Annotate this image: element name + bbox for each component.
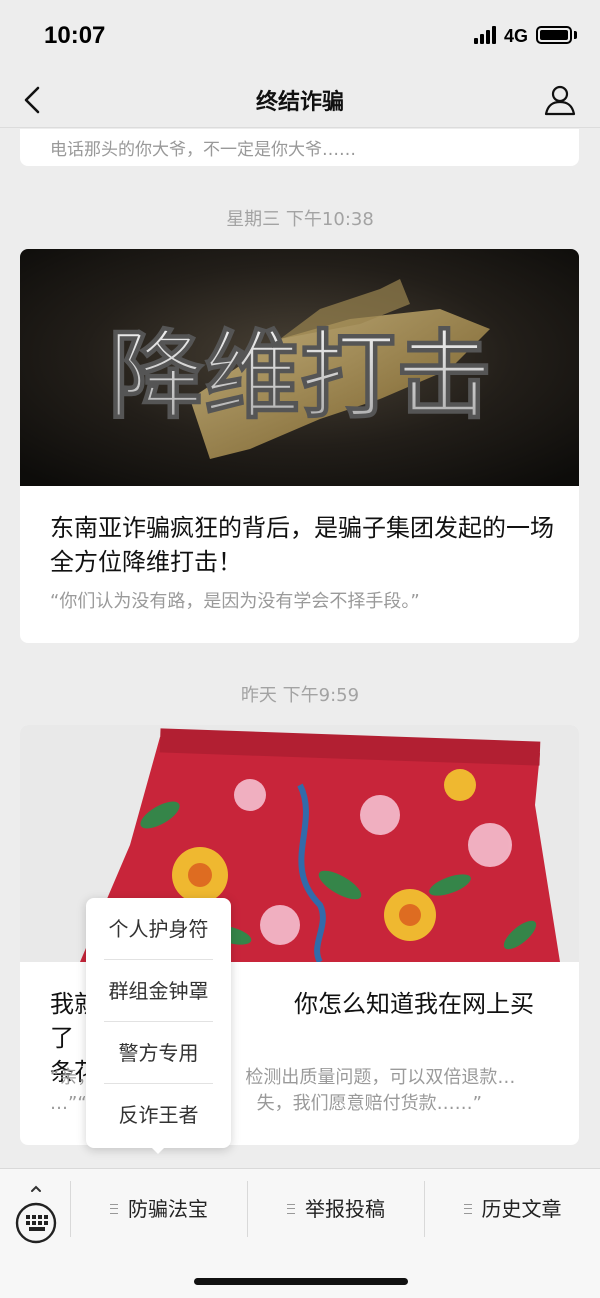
status-bar: 10:07 4G: [0, 0, 600, 72]
article-cover-image: 降维打击: [20, 249, 579, 486]
status-time: 10:07: [44, 22, 106, 49]
message-timestamp: 昨天 下午9:59: [240, 685, 360, 706]
menu-anti-fraud-tips[interactable]: 防骗法宝: [71, 1169, 247, 1249]
cover-headline: 降维打击: [108, 320, 492, 432]
popup-arrow: [150, 1146, 166, 1154]
menu-list-icon: [463, 1203, 472, 1214]
article-digest: “你们认为没有路，是因为没有学会不择手段。”: [50, 591, 420, 612]
network-type: 4G: [504, 26, 529, 46]
home-indicator[interactable]: [194, 1278, 408, 1285]
signal-icon: [474, 26, 498, 44]
submenu-item-police-only[interactable]: 警方专用: [104, 1022, 213, 1084]
menu-history-articles[interactable]: 历史文章: [425, 1169, 600, 1249]
previous-article-card[interactable]: 电话那头的你大爷，不一定是你大爷……: [20, 129, 579, 166]
article-title: 东南亚诈骗疯狂的背后，是骗子集团发起的一场全方位降维打击！: [50, 514, 554, 576]
submenu-popup: 个人护身符 群组金钟罩 警方专用 反诈王者: [86, 898, 231, 1148]
nav-bar: 终结诈骗: [0, 72, 600, 128]
page-title: 终结诈骗: [255, 90, 344, 115]
submenu-item-group-shield[interactable]: 群组金钟罩: [104, 960, 213, 1022]
previous-article-snippet: 电话那头的你大爷，不一定是你大爷……: [50, 140, 356, 160]
keyboard-icon[interactable]: [14, 1183, 58, 1255]
message-timestamp: 星期三 下午10:38: [226, 209, 374, 230]
menu-report-submission[interactable]: 举报投稿: [248, 1169, 424, 1249]
submenu-item-anti-fraud-king[interactable]: 反诈王者: [104, 1084, 213, 1146]
battery-icon: [536, 26, 572, 44]
menu-list-icon: [287, 1203, 295, 1214]
person-icon[interactable]: [540, 80, 580, 120]
article-card[interactable]: 降维打击 东南亚诈骗疯狂的背后，是骗子集团发起的一场全方位降维打击！ “你们认为…: [20, 249, 579, 643]
submenu-item-personal-amulet[interactable]: 个人护身符: [104, 898, 213, 960]
menu-list-icon: [110, 1203, 118, 1214]
